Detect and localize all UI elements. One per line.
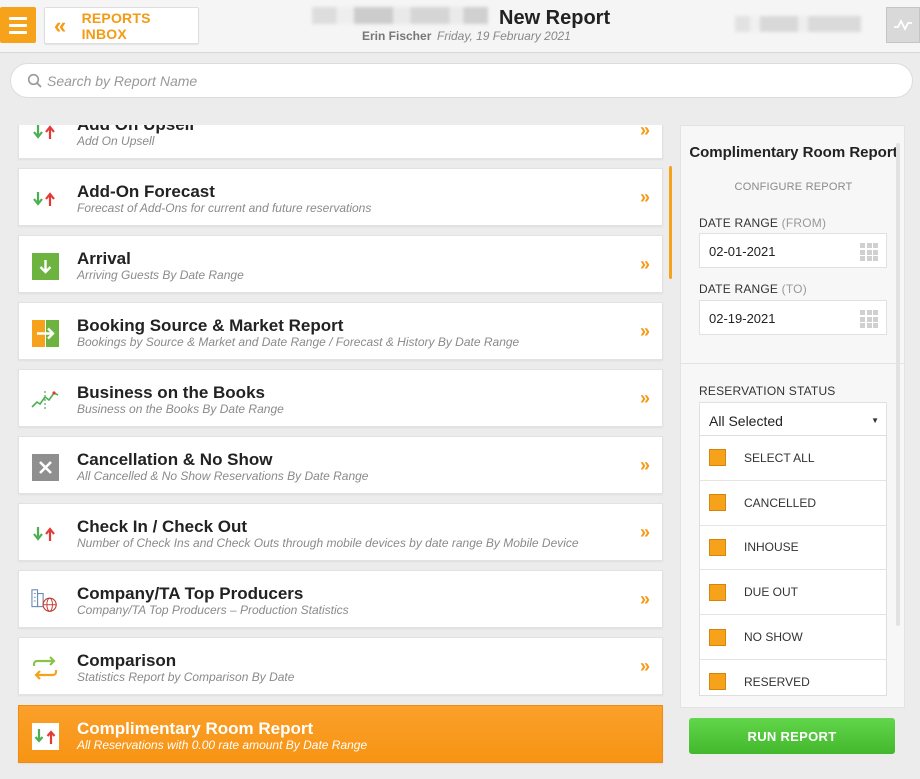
reports-inbox-button[interactable]: « REPORTS INBOX <box>44 7 199 44</box>
chevron-right-icon: » <box>639 254 650 274</box>
calendar-icon[interactable] <box>860 243 878 261</box>
compare-arrows-icon <box>31 654 59 682</box>
arrows-down-up-icon <box>31 520 59 548</box>
report-name: Cancellation & No Show <box>77 450 273 469</box>
hamburger-menu-icon[interactable] <box>0 7 36 43</box>
status-option-reserved[interactable]: RESERVED <box>700 660 886 695</box>
report-item-arrival[interactable]: Arrival Arriving Guests By Date Range » <box>18 235 663 293</box>
company-globe-icon <box>31 587 59 615</box>
chevron-right-icon: » <box>639 187 650 207</box>
chevron-right-icon: » <box>639 656 650 676</box>
double-chevron-left-icon: « <box>54 12 67 38</box>
report-description: Company/TA Top Producers – Production St… <box>77 603 349 617</box>
checkbox-icon[interactable] <box>709 538 726 556</box>
panel-scrollbar[interactable] <box>896 143 900 626</box>
report-name: Arrival <box>77 249 131 268</box>
report-item-cancellation-no-show[interactable]: Cancellation & No Show All Cancelled & N… <box>18 436 663 494</box>
activity-graph-icon[interactable] <box>886 7 920 43</box>
dropdown-caret-icon: ▼ <box>871 416 879 425</box>
cancel-x-icon <box>31 453 59 481</box>
chevron-right-icon: » <box>639 522 650 542</box>
report-description: Statistics Report by Comparison By Date <box>77 670 295 684</box>
status-option-no-show[interactable]: NO SHOW <box>700 615 886 660</box>
report-name: Company/TA Top Producers <box>77 584 304 603</box>
status-option-cancelled[interactable]: CANCELLED <box>700 481 886 526</box>
report-description: Business on the Books By Date Range <box>77 402 284 416</box>
chevron-right-icon: » <box>639 455 650 475</box>
reports-inbox-label: REPORTS INBOX <box>81 9 151 42</box>
status-option-select-all[interactable]: SELECT ALL <box>700 436 886 481</box>
date-to-value: 02-19-2021 <box>709 311 776 326</box>
search-bar <box>10 63 913 98</box>
current-date: Friday, 19 February 2021 <box>437 29 571 43</box>
blurred-account-info <box>735 16 861 32</box>
config-subtitle: CONFIGURE REPORT <box>734 181 853 193</box>
chevron-right-icon: » <box>639 321 650 341</box>
report-name: Booking Source & Market Report <box>77 316 344 335</box>
arrows-down-up-icon <box>31 722 59 750</box>
header-bar: « REPORTS INBOX New Report Erin Fischer … <box>0 0 920 53</box>
page-title: New Report <box>499 7 611 29</box>
date-from-field[interactable]: 02-01-2021 <box>699 233 887 268</box>
report-description: Add On Upsell <box>77 134 155 148</box>
status-option-inhouse[interactable]: INHOUSE <box>700 526 886 571</box>
reservation-status-select[interactable]: All Selected ▼ <box>699 402 887 437</box>
date-from-label: DATE RANGE (FROM) <box>699 216 827 230</box>
report-description: All Cancelled & No Show Reservations By … <box>77 469 369 483</box>
arrows-down-up-icon <box>31 125 59 146</box>
chevron-right-icon: » <box>639 589 650 609</box>
status-option-due-out[interactable]: DUE OUT <box>700 570 886 616</box>
chevron-right-icon: » <box>639 125 650 140</box>
checkbox-icon[interactable] <box>709 673 726 691</box>
checkbox-icon[interactable] <box>709 494 726 512</box>
checkbox-icon[interactable] <box>709 449 726 467</box>
panel-divider <box>681 363 904 364</box>
calendar-icon[interactable] <box>860 310 878 328</box>
report-list: Add On Upsell Add On Upsell » Add-On For… <box>0 125 672 779</box>
report-item-complimentary-room[interactable]: Complimentary Room Report All Reservatio… <box>18 705 663 763</box>
date-from-value: 02-01-2021 <box>709 244 776 259</box>
arrows-down-up-icon <box>31 185 59 213</box>
status-selected-value: All Selected <box>709 413 783 429</box>
report-name: Add-On Forecast <box>77 182 215 201</box>
report-item-add-on-upsell[interactable]: Add On Upsell Add On Upsell » <box>18 125 663 159</box>
report-name: Business on the Books <box>77 383 265 402</box>
search-input[interactable] <box>47 72 847 89</box>
arrival-down-arrow-icon <box>31 252 59 280</box>
report-description: Arriving Guests By Date Range <box>77 268 244 282</box>
report-item-company-ta[interactable]: Company/TA Top Producers Company/TA Top … <box>18 570 663 628</box>
report-description: Forecast of Add-Ons for current and futu… <box>77 201 372 215</box>
report-item-comparison[interactable]: Comparison Statistics Report by Comparis… <box>18 637 663 695</box>
config-report-title: Complimentary Room Report <box>689 144 898 161</box>
report-description: All Reservations with 0.00 rate amount B… <box>77 738 368 752</box>
search-icon <box>27 73 42 88</box>
blurred-property-name <box>312 7 488 24</box>
report-item-add-on-forecast[interactable]: Add-On Forecast Forecast of Add-Ons for … <box>18 168 663 226</box>
report-item-booking-source[interactable]: Booking Source & Market Report Bookings … <box>18 302 663 360</box>
configure-report-panel: Complimentary Room Report CONFIGURE REPO… <box>680 125 905 708</box>
checkbox-icon[interactable] <box>709 583 726 601</box>
booking-source-icon <box>31 319 59 347</box>
report-item-check-in-out[interactable]: Check In / Check Out Number of Check Ins… <box>18 503 663 561</box>
list-scrollbar[interactable] <box>669 166 672 279</box>
user-name: Erin Fischer <box>362 29 432 43</box>
checkbox-icon[interactable] <box>709 628 726 646</box>
chevron-right-icon: » <box>639 388 650 408</box>
report-name: Comparison <box>77 651 177 670</box>
report-item-business-on-books[interactable]: Business on the Books Business on the Bo… <box>18 369 663 427</box>
status-options-list: SELECT ALL CANCELLED INHOUSE DUE OUT NO … <box>699 435 887 696</box>
trend-chart-icon <box>31 386 59 414</box>
report-description: Bookings by Source & Market and Date Ran… <box>77 335 520 349</box>
report-name: Complimentary Room Report <box>77 719 314 738</box>
date-to-label: DATE RANGE (TO) <box>699 282 807 296</box>
run-report-button[interactable]: RUN REPORT <box>689 718 895 754</box>
report-name: Check In / Check Out <box>77 517 248 536</box>
report-description: Number of Check Ins and Check Outs throu… <box>77 536 579 550</box>
date-to-field[interactable]: 02-19-2021 <box>699 300 887 335</box>
reservation-status-label: RESERVATION STATUS <box>699 384 836 398</box>
